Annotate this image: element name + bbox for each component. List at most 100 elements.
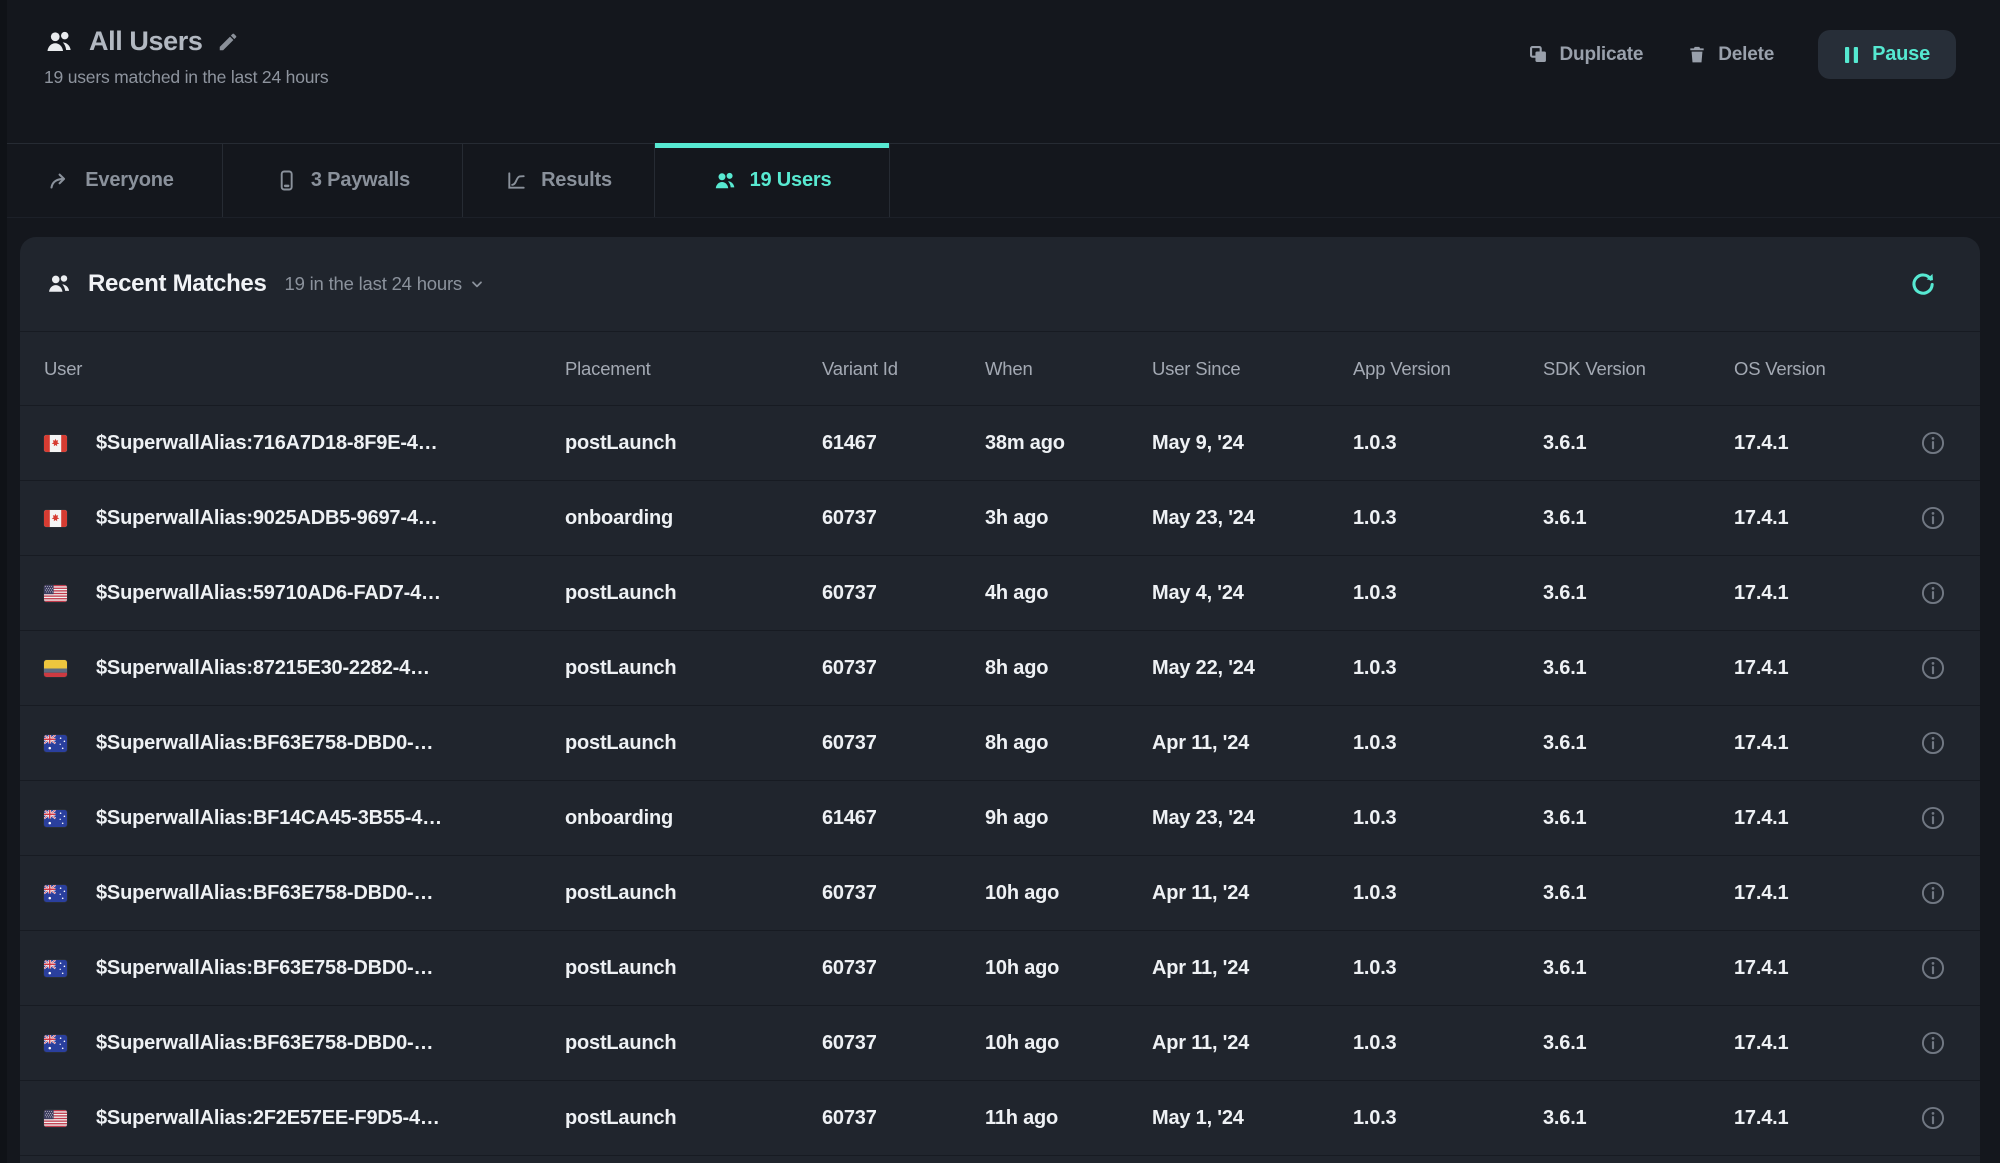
placement-value: postLaunch xyxy=(565,957,822,980)
sdk-version-value: 3.6.1 xyxy=(1543,1107,1734,1130)
delete-button[interactable]: Delete xyxy=(1687,44,1774,66)
sdk-version-value: 3.6.1 xyxy=(1543,507,1734,530)
refresh-button[interactable] xyxy=(1909,271,1936,298)
variant-id-value: 60737 xyxy=(822,657,985,680)
country-flag xyxy=(44,1035,67,1052)
info-icon[interactable] xyxy=(1920,505,1946,531)
user-since-value: May 22, '24 xyxy=(1152,657,1353,680)
tab-users[interactable]: 19 Users xyxy=(655,144,890,217)
table-row-partial xyxy=(20,1155,1980,1163)
placement-value: postLaunch xyxy=(565,1032,822,1055)
app-version-value: 1.0.3 xyxy=(1353,1032,1543,1055)
placement-value: onboarding xyxy=(565,807,822,830)
table-row[interactable]: $SuperwallAlias:BF63E758-DBD0-… postLaun… xyxy=(20,705,1980,780)
os-version-value: 17.4.1 xyxy=(1734,1107,1910,1130)
when-value: 8h ago xyxy=(985,657,1152,680)
os-version-value: 17.4.1 xyxy=(1734,1032,1910,1055)
edit-pencil-icon[interactable] xyxy=(217,31,239,53)
variant-id-value: 60737 xyxy=(822,1107,985,1130)
country-flag xyxy=(44,960,67,977)
when-value: 11h ago xyxy=(985,1107,1152,1130)
col-when: When xyxy=(985,358,1152,380)
chart-curve-icon xyxy=(505,169,528,192)
table-row[interactable]: $SuperwallAlias:87215E30-2282-4… postLau… xyxy=(20,630,1980,705)
pause-icon xyxy=(1844,46,1859,64)
info-icon[interactable] xyxy=(1920,805,1946,831)
user-since-value: Apr 11, '24 xyxy=(1152,957,1353,980)
app-version-value: 1.0.3 xyxy=(1353,432,1543,455)
country-flag xyxy=(44,1110,67,1127)
user-alias: $SuperwallAlias:87215E30-2282-4… xyxy=(96,657,430,680)
table-row[interactable]: $SuperwallAlias:716A7D18-8F9E-4… postLau… xyxy=(20,405,1980,480)
col-user: User xyxy=(44,358,565,380)
app-version-value: 1.0.3 xyxy=(1353,582,1543,605)
user-since-value: May 23, '24 xyxy=(1152,507,1353,530)
col-variant-id: Variant Id xyxy=(822,358,985,380)
info-icon[interactable] xyxy=(1920,430,1946,456)
tab-paywalls[interactable]: 3 Paywalls xyxy=(223,144,463,217)
sdk-version-value: 3.6.1 xyxy=(1543,657,1734,680)
info-icon[interactable] xyxy=(1920,580,1946,606)
page-title: All Users xyxy=(89,26,202,57)
time-range-dropdown[interactable]: 19 in the last 24 hours xyxy=(285,273,485,295)
os-version-value: 17.4.1 xyxy=(1734,807,1910,830)
user-alias: $SuperwallAlias:BF14CA45-3B55-4… xyxy=(96,807,442,830)
app-version-value: 1.0.3 xyxy=(1353,807,1543,830)
tab-results[interactable]: Results xyxy=(463,144,655,217)
col-os-version: OS Version xyxy=(1734,358,1910,380)
campaign-title-block: All Users 19 users matched in the last 2… xyxy=(44,26,328,88)
recent-matches-card: Recent Matches 19 in the last 24 hours U… xyxy=(20,237,1980,1163)
user-alias: $SuperwallAlias:BF63E758-DBD0-… xyxy=(96,1032,433,1055)
when-value: 3h ago xyxy=(985,507,1152,530)
sdk-version-value: 3.6.1 xyxy=(1543,957,1734,980)
app-version-value: 1.0.3 xyxy=(1353,957,1543,980)
user-since-value: May 23, '24 xyxy=(1152,807,1353,830)
country-flag xyxy=(44,435,67,452)
info-icon[interactable] xyxy=(1920,1030,1946,1056)
table-row[interactable]: $SuperwallAlias:9025ADB5-9697-4… onboard… xyxy=(20,480,1980,555)
variant-id-value: 61467 xyxy=(822,432,985,455)
os-version-value: 17.4.1 xyxy=(1734,432,1910,455)
when-value: 38m ago xyxy=(985,432,1152,455)
app-version-value: 1.0.3 xyxy=(1353,882,1543,905)
info-icon[interactable] xyxy=(1920,955,1946,981)
col-sdk-version: SDK Version xyxy=(1543,358,1734,380)
variant-id-value: 60737 xyxy=(822,1032,985,1055)
user-since-value: May 4, '24 xyxy=(1152,582,1353,605)
pause-button[interactable]: Pause xyxy=(1818,30,1956,79)
user-alias: $SuperwallAlias:BF63E758-DBD0-… xyxy=(96,732,433,755)
refresh-icon xyxy=(1909,271,1936,298)
tab-everyone[interactable]: Everyone xyxy=(0,144,223,217)
sdk-version-value: 3.6.1 xyxy=(1543,807,1734,830)
share-arrow-icon xyxy=(48,169,72,193)
duplicate-button[interactable]: Duplicate xyxy=(1528,44,1644,66)
table-body: $SuperwallAlias:716A7D18-8F9E-4… postLau… xyxy=(20,405,1980,1155)
info-icon[interactable] xyxy=(1920,1105,1946,1131)
when-value: 10h ago xyxy=(985,882,1152,905)
placement-value: postLaunch xyxy=(565,732,822,755)
os-version-value: 17.4.1 xyxy=(1734,582,1910,605)
country-flag xyxy=(44,885,67,902)
when-value: 4h ago xyxy=(985,582,1152,605)
user-alias: $SuperwallAlias:9025ADB5-9697-4… xyxy=(96,507,438,530)
info-icon[interactable] xyxy=(1920,880,1946,906)
table-row[interactable]: $SuperwallAlias:BF63E758-DBD0-… postLaun… xyxy=(20,855,1980,930)
variant-id-value: 61467 xyxy=(822,807,985,830)
info-icon[interactable] xyxy=(1920,655,1946,681)
table-row[interactable]: $SuperwallAlias:59710AD6-FAD7-4… postLau… xyxy=(20,555,1980,630)
campaign-header: All Users 19 users matched in the last 2… xyxy=(0,0,2000,143)
header-actions: Duplicate Delete Pause xyxy=(1528,30,1956,79)
users-icon xyxy=(713,169,737,193)
table-row[interactable]: $SuperwallAlias:BF63E758-DBD0-… postLaun… xyxy=(20,930,1980,1005)
table-row[interactable]: $SuperwallAlias:BF14CA45-3B55-4… onboard… xyxy=(20,780,1980,855)
user-alias: $SuperwallAlias:2F2E57EE-F9D5-4… xyxy=(96,1107,440,1130)
duplicate-icon xyxy=(1528,44,1549,65)
app-version-value: 1.0.3 xyxy=(1353,1107,1543,1130)
os-version-value: 17.4.1 xyxy=(1734,732,1910,755)
user-since-value: Apr 11, '24 xyxy=(1152,882,1353,905)
table-row[interactable]: $SuperwallAlias:BF63E758-DBD0-… postLaun… xyxy=(20,1005,1980,1080)
users-icon xyxy=(46,271,72,297)
table-row[interactable]: $SuperwallAlias:2F2E57EE-F9D5-4… postLau… xyxy=(20,1080,1980,1155)
user-alias: $SuperwallAlias:59710AD6-FAD7-4… xyxy=(96,582,441,605)
info-icon[interactable] xyxy=(1920,730,1946,756)
